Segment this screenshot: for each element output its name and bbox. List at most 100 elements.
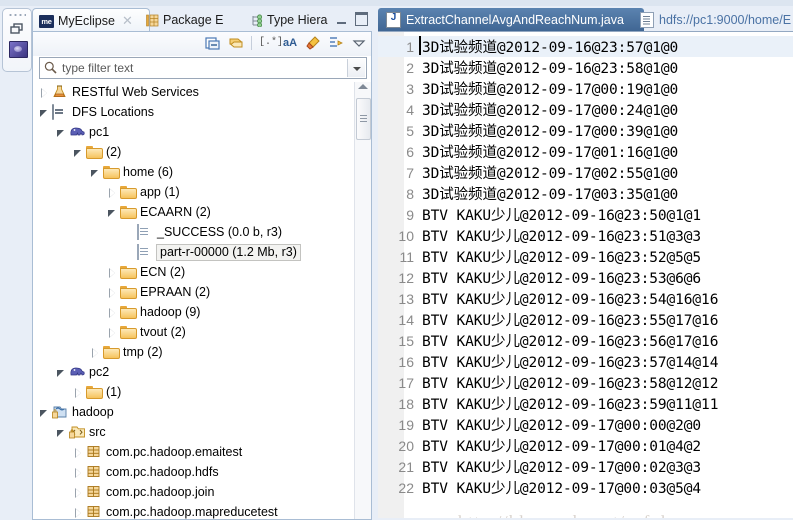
expand-arrow-icon[interactable] bbox=[73, 447, 84, 458]
expand-arrow-icon[interactable] bbox=[107, 307, 118, 318]
tree-vertical-scrollbar[interactable] bbox=[354, 82, 371, 519]
regex-icon[interactable]: [.*] bbox=[259, 35, 283, 51]
tree-item[interactable]: (1) bbox=[33, 382, 354, 402]
expand-arrow-icon[interactable] bbox=[73, 487, 84, 498]
tree-item[interactable]: app (1) bbox=[33, 182, 354, 202]
tree-item[interactable]: pc2 bbox=[33, 362, 354, 382]
tab-package-explorer[interactable]: Package E bbox=[140, 8, 229, 32]
code-line[interactable]: 18 BTV KAKU少儿@2012-09-16@23:59@11@11 bbox=[378, 393, 793, 414]
code-line[interactable]: 6 3D试验频道@2012-09-17@01:16@1@0 bbox=[378, 141, 793, 162]
tree-item-label: (2) bbox=[106, 144, 122, 159]
restore-window-icon[interactable] bbox=[10, 22, 24, 36]
tab-type-hierarchy[interactable]: Type Hiera bbox=[244, 8, 333, 32]
expand-arrow-icon[interactable] bbox=[90, 347, 101, 358]
tree-item[interactable]: hadoop bbox=[33, 402, 354, 422]
expand-arrow-icon[interactable] bbox=[107, 187, 118, 198]
chevron-down-icon[interactable] bbox=[351, 35, 367, 51]
filter-dropdown-icon[interactable] bbox=[347, 59, 365, 77]
code-line[interactable]: 4 3D试验频道@2012-09-17@00:24@1@0 bbox=[378, 99, 793, 120]
code-content[interactable]: 1 3D试验频道@2012-09-16@23:57@1@0 2 3D试验频道@2012… bbox=[378, 36, 793, 518]
expand-arrow-icon[interactable] bbox=[107, 327, 118, 338]
code-line[interactable]: 12 BTV KAKU少儿@2012-09-16@23:53@6@6 bbox=[378, 267, 793, 288]
code-line[interactable]: 10 BTV KAKU少儿@2012-09-16@23:51@3@3 bbox=[378, 225, 793, 246]
collapse-arrow-icon[interactable] bbox=[39, 407, 50, 418]
line-number: 4 bbox=[406, 101, 414, 118]
tree-item[interactable]: home (6) bbox=[33, 162, 354, 182]
close-icon[interactable]: ✕ bbox=[122, 13, 133, 29]
code-line[interactable]: 19 BTV KAKU少儿@2012-09-17@00:00@2@0 bbox=[378, 414, 793, 435]
tree-item[interactable]: ECN (2) bbox=[33, 262, 354, 282]
collapse-arrow-icon[interactable] bbox=[56, 127, 67, 138]
tree-item[interactable]: com.pc.hadoop.mapreducetest bbox=[33, 502, 354, 519]
code-line[interactable]: 9 BTV KAKU少儿@2012-09-16@23:50@1@1 bbox=[378, 204, 793, 225]
code-line[interactable]: 14 BTV KAKU少儿@2012-09-16@23:55@17@16 bbox=[378, 309, 793, 330]
tree-item[interactable]: tvout (2) bbox=[33, 322, 354, 342]
code-line[interactable]: 21 BTV KAKU少儿@2012-09-17@00:02@3@3 bbox=[378, 456, 793, 477]
collapse-all-icon[interactable] bbox=[205, 35, 221, 51]
package-explorer-icon bbox=[146, 14, 159, 27]
code-line[interactable]: 13 BTV KAKU少儿@2012-09-16@23:54@16@16 bbox=[378, 288, 793, 309]
drag-handle-dots[interactable] bbox=[8, 13, 26, 17]
expand-arrow-icon[interactable] bbox=[73, 387, 84, 398]
collapse-arrow-icon[interactable] bbox=[90, 167, 101, 178]
editor-tab-hdfs[interactable]: hdfs://pc1:9000/home/E bbox=[632, 8, 793, 32]
minimize-icon[interactable] bbox=[337, 14, 346, 24]
tree-item[interactable]: _SUCCESS (0.0 b, r3) bbox=[33, 222, 354, 242]
code-line[interactable]: 16 BTV KAKU少儿@2012-09-16@23:57@14@14 bbox=[378, 351, 793, 372]
collapse-arrow-icon[interactable] bbox=[56, 367, 67, 378]
code-line[interactable]: 17 BTV KAKU少儿@2012-09-16@23:58@12@12 bbox=[378, 372, 793, 393]
tree-item[interactable]: DFS Locations bbox=[33, 102, 354, 122]
tree-item[interactable]: pc1 bbox=[33, 122, 354, 142]
expand-arrow-icon[interactable] bbox=[107, 287, 118, 298]
tree-item-label: src bbox=[89, 424, 106, 439]
scroll-up-arrow-icon[interactable] bbox=[358, 84, 368, 89]
expand-arrow-icon[interactable] bbox=[39, 87, 50, 98]
collapse-arrow-icon[interactable] bbox=[39, 107, 50, 118]
case-sensitive-icon[interactable]: aA bbox=[282, 35, 298, 51]
code-line[interactable]: 5 3D试验频道@2012-09-17@00:39@1@0 bbox=[378, 120, 793, 141]
line-number: 10 bbox=[398, 227, 414, 244]
code-line[interactable]: 3 3D试验频道@2012-09-17@00:19@1@0 bbox=[378, 78, 793, 99]
tree-item[interactable]: hadoop (9) bbox=[33, 302, 354, 322]
tree-item[interactable]: com.pc.hadoop.join bbox=[33, 482, 354, 502]
collapse-arrow-icon[interactable] bbox=[56, 427, 67, 438]
expand-arrow-icon[interactable] bbox=[73, 467, 84, 478]
tree-item[interactable]: part-r-00000 (1.2 Mb, r3) bbox=[33, 242, 354, 262]
scroll-thumb[interactable] bbox=[356, 98, 371, 140]
editor-body[interactable]: 1 3D试验频道@2012-09-16@23:57@1@0 2 3D试验频道@2012… bbox=[378, 31, 793, 518]
code-line[interactable]: 22 BTV KAKU少儿@2012-09-17@00:03@5@4 bbox=[378, 477, 793, 498]
tree-item[interactable]: RESTful Web Services bbox=[33, 82, 354, 102]
tree-item[interactable]: EPRAAN (2) bbox=[33, 282, 354, 302]
tree-item[interactable]: com.pc.hadoop.hdfs bbox=[33, 462, 354, 482]
sort-icon[interactable] bbox=[328, 35, 344, 51]
search-input[interactable]: type filter text bbox=[39, 57, 367, 79]
line-number: 14 bbox=[398, 311, 414, 328]
code-line[interactable]: 1 3D试验频道@2012-09-16@23:57@1@0 bbox=[378, 36, 793, 57]
code-line[interactable]: 7 3D试验频道@2012-09-17@02:55@1@0 bbox=[378, 162, 793, 183]
maximize-icon[interactable] bbox=[355, 12, 368, 26]
tree-item[interactable]: src bbox=[33, 422, 354, 442]
tree-item[interactable]: (2) bbox=[33, 142, 354, 162]
highlighter-icon[interactable] bbox=[305, 35, 321, 51]
code-line[interactable]: 8 3D试验频道@2012-09-17@03:35@1@0 bbox=[378, 183, 793, 204]
resource-tree[interactable]: RESTful Web Services DFS Locations pc1 (2) h… bbox=[33, 82, 354, 519]
tab-myeclipse[interactable]: me MyEclipse ✕ bbox=[32, 8, 150, 33]
file-icon bbox=[137, 243, 139, 260]
line-number: 15 bbox=[398, 332, 414, 349]
collapse-arrow-icon[interactable] bbox=[107, 207, 118, 218]
code-line[interactable]: 15 BTV KAKU少儿@2012-09-16@23:56@17@16 bbox=[378, 330, 793, 351]
collapse-arrow-icon[interactable] bbox=[73, 147, 84, 158]
expand-arrow-icon[interactable] bbox=[73, 507, 84, 518]
tree-item[interactable]: com.pc.hadoop.emaitest bbox=[33, 442, 354, 462]
tree-item[interactable]: ECAARN (2) bbox=[33, 202, 354, 222]
code-line[interactable]: 20 BTV KAKU少儿@2012-09-17@00:01@4@2 bbox=[378, 435, 793, 456]
code-line[interactable]: 11 BTV KAKU少儿@2012-09-16@23:52@5@5 bbox=[378, 246, 793, 267]
tree-item-label: app (1) bbox=[140, 184, 180, 199]
myeclipse-perspective-icon[interactable] bbox=[9, 41, 28, 58]
link-editor-icon[interactable] bbox=[228, 35, 244, 51]
code-line[interactable]: 2 3D试验频道@2012-09-16@23:58@1@0 bbox=[378, 57, 793, 78]
editor-tab-java[interactable]: ExtractChannelAvgAndReachNum.java bbox=[378, 8, 644, 32]
tree-item[interactable]: tmp (2) bbox=[33, 342, 354, 362]
line-text: BTV KAKU少儿@2012-09-16@23:55@17@16 bbox=[422, 313, 719, 329]
expand-arrow-icon[interactable] bbox=[107, 267, 118, 278]
